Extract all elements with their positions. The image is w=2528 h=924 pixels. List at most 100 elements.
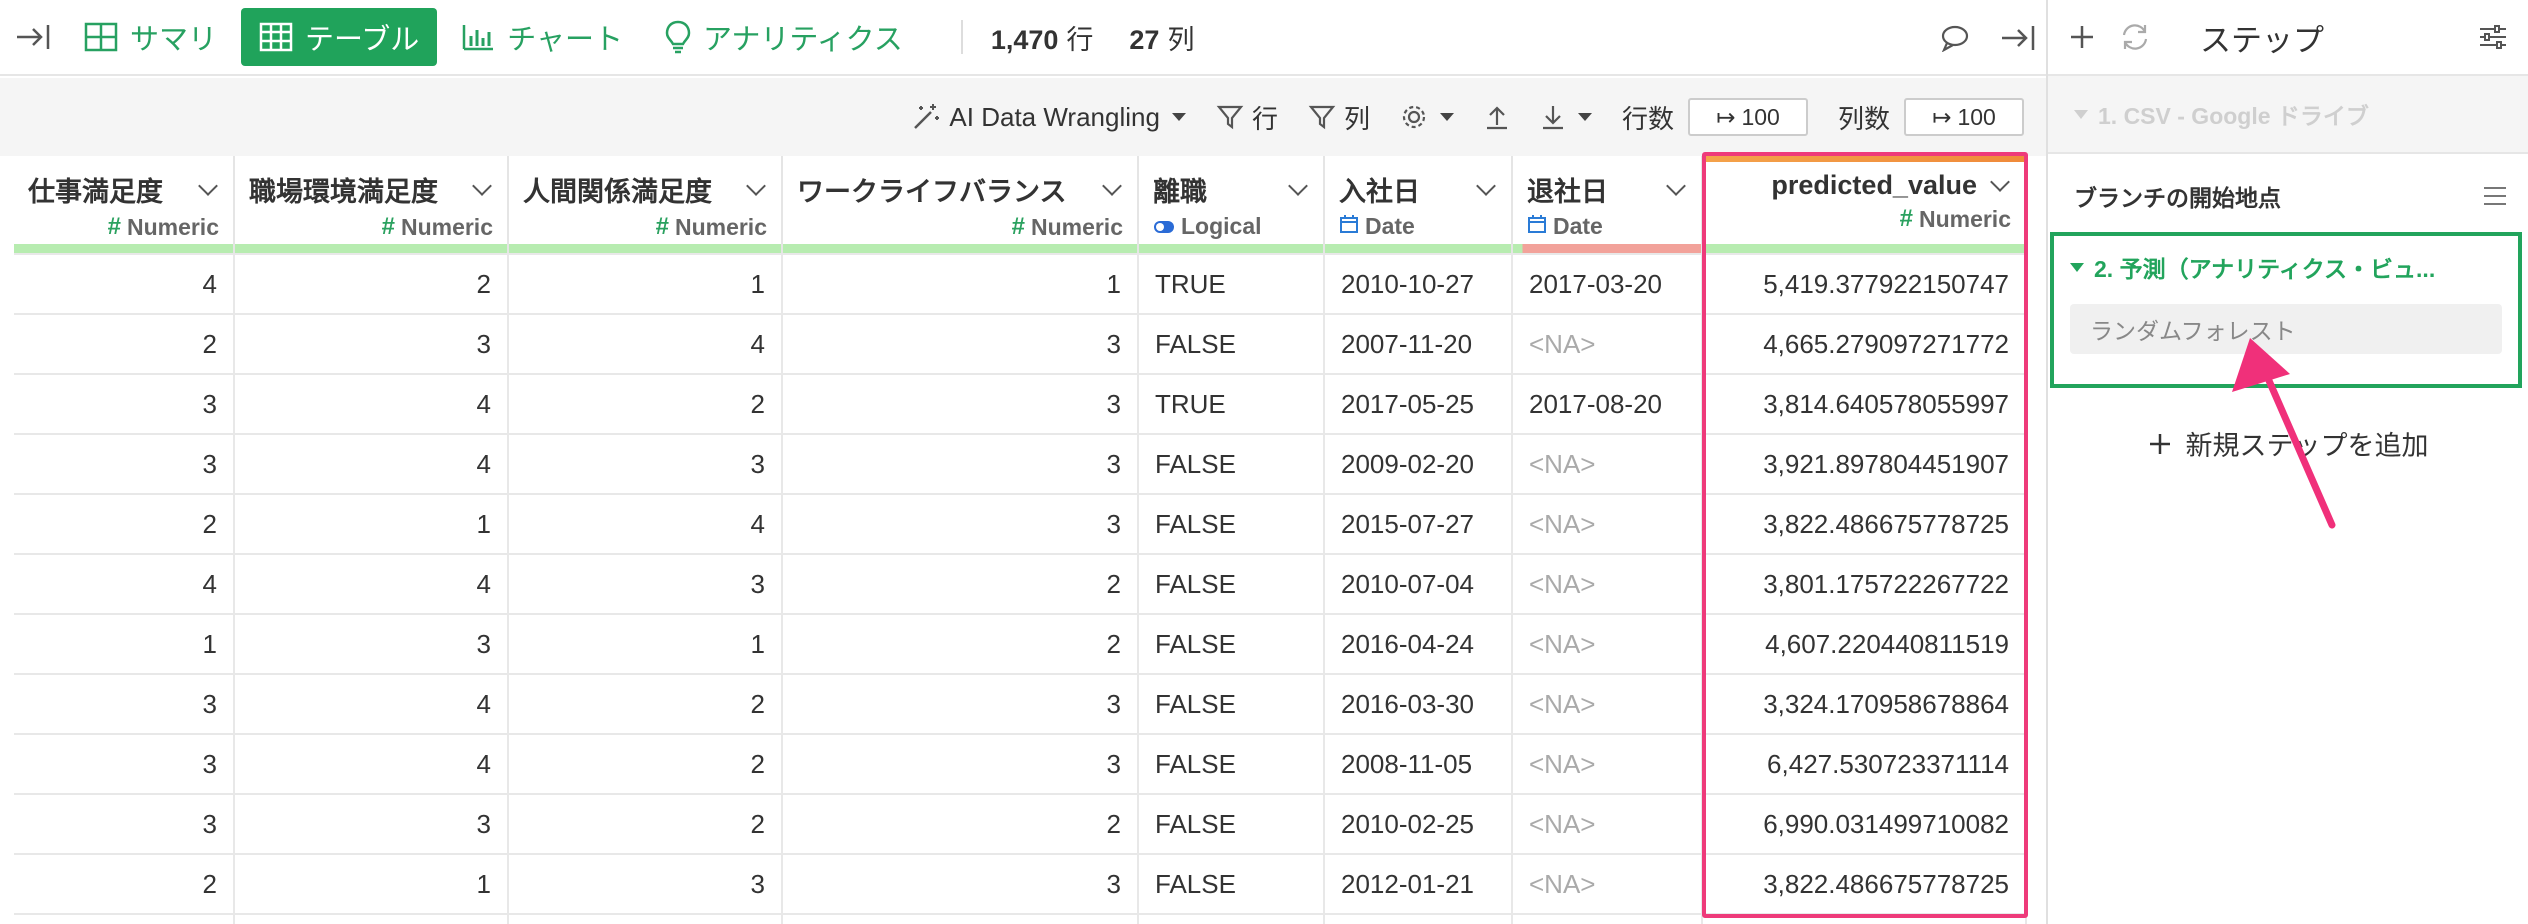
table-cell[interactable]: 3: [782, 674, 1139, 735]
data-table-container[interactable]: 仕事満足度 # Numeric 職場環境満足度 # Numeric 人間関係満足度 # Nume…: [14, 156, 2046, 924]
table-cell[interactable]: 3,801.175722267722: [1702, 554, 2027, 615]
table-cell[interactable]: 3: [508, 434, 783, 495]
table-cell[interactable]: FALSE: [1138, 434, 1325, 495]
table-cell[interactable]: 3: [782, 854, 1139, 915]
tab-chart[interactable]: チャート: [443, 8, 641, 66]
table-cell[interactable]: 3: [14, 674, 235, 735]
table-cell[interactable]: 1: [234, 854, 509, 915]
column-header[interactable]: ワークライフバランス # Numeric: [782, 156, 1139, 244]
table-cell[interactable]: 4: [234, 554, 509, 615]
rows-limit-input[interactable]: ↦ 100: [1687, 98, 1808, 136]
table-cell[interactable]: 3,822.486675778725: [1702, 854, 2027, 915]
table-cell[interactable]: 3: [782, 434, 1139, 495]
step-csv-google-drive[interactable]: 1. CSV - Google ドライブ: [2048, 76, 2528, 154]
table-cell[interactable]: 2: [508, 374, 783, 435]
table-cell[interactable]: FALSE: [1138, 554, 1325, 615]
table-cell[interactable]: 3: [782, 314, 1139, 375]
column-header[interactable]: 退社日 Date: [1512, 156, 1703, 244]
table-cell[interactable]: 3: [782, 494, 1139, 555]
cols-limit-input[interactable]: ↦ 100: [1904, 98, 2024, 136]
table-cell[interactable]: 4: [508, 494, 783, 555]
table-cell[interactable]: 1: [782, 254, 1139, 315]
table-cell[interactable]: 1: [508, 614, 783, 675]
table-cell[interactable]: TRUE: [1138, 374, 1325, 435]
upload-button[interactable]: [1484, 103, 1510, 131]
table-cell[interactable]: 2015-07-27: [1324, 494, 1513, 555]
table-cell[interactable]: FALSE: [1138, 794, 1325, 855]
table-cell[interactable]: FALSE: [1138, 854, 1325, 915]
add-icon[interactable]: [2068, 23, 2096, 51]
table-cell[interactable]: <NA>: [1512, 794, 1703, 855]
ai-data-wrangling-button[interactable]: AI Data Wrangling: [911, 102, 1186, 133]
table-cell[interactable]: FALSE: [1138, 614, 1325, 675]
comment-icon[interactable]: [1940, 24, 1970, 52]
table-cell[interactable]: <NA>: [1512, 734, 1703, 795]
column-header[interactable]: 離職 Logical: [1138, 156, 1325, 244]
table-cell[interactable]: 2010-07-04: [1324, 554, 1513, 615]
table-cell[interactable]: <NA>: [1512, 314, 1703, 375]
table-cell[interactable]: 1: [234, 494, 509, 555]
chevron-down-icon[interactable]: [198, 175, 218, 196]
refresh-icon[interactable]: [2118, 22, 2152, 52]
table-cell[interactable]: 4: [234, 374, 509, 435]
table-cell[interactable]: FALSE: [1138, 674, 1325, 735]
table-cell[interactable]: <NA>: [1512, 494, 1703, 555]
chevron-down-icon[interactable]: [1288, 175, 1308, 196]
table-cell[interactable]: 3: [14, 434, 235, 495]
table-cell[interactable]: 2016-03-30: [1324, 674, 1513, 735]
table-cell[interactable]: 3: [14, 794, 235, 855]
table-cell[interactable]: <NA>: [1512, 434, 1703, 495]
table-cell[interactable]: FALSE: [1138, 494, 1325, 555]
table-cell[interactable]: 2010-10-27: [1324, 254, 1513, 315]
table-cell[interactable]: 2: [234, 254, 509, 315]
table-cell[interactable]: 2: [782, 554, 1139, 615]
table-cell[interactable]: 2016-04-24: [1324, 614, 1513, 675]
table-cell[interactable]: 2: [782, 614, 1139, 675]
sliders-icon[interactable]: [2478, 23, 2508, 51]
settings-button[interactable]: [1400, 103, 1454, 131]
table-cell[interactable]: 2: [508, 734, 783, 795]
table-cell[interactable]: 3: [234, 314, 509, 375]
table-cell[interactable]: 1: [14, 614, 235, 675]
chevron-down-icon[interactable]: [1990, 171, 2010, 192]
column-header[interactable]: 人間関係満足度 # Numeric: [508, 156, 783, 244]
table-cell[interactable]: 2: [508, 794, 783, 855]
column-header[interactable]: 職場環境満足度 # Numeric: [234, 156, 509, 244]
table-cell[interactable]: 2: [14, 314, 235, 375]
filter-rows-button[interactable]: 行: [1216, 99, 1278, 136]
table-cell[interactable]: <NA>: [1512, 674, 1703, 735]
filter-columns-button[interactable]: 列: [1308, 99, 1370, 136]
table-cell[interactable]: 2: [508, 674, 783, 735]
table-cell[interactable]: 4: [234, 674, 509, 735]
chevron-down-icon[interactable]: [746, 175, 766, 196]
table-cell[interactable]: 3,921.897804451907: [1702, 434, 2027, 495]
table-cell[interactable]: 4: [14, 254, 235, 315]
table-cell[interactable]: 2017-03-20: [1512, 254, 1703, 315]
tab-summary[interactable]: サマリ: [66, 8, 235, 66]
table-cell[interactable]: 4,665.279097271772: [1702, 314, 2027, 375]
table-cell[interactable]: 3,822.486675778725: [1702, 494, 2027, 555]
table-cell[interactable]: <NA>: [1512, 614, 1703, 675]
table-cell[interactable]: 4: [234, 434, 509, 495]
table-cell[interactable]: 3: [782, 734, 1139, 795]
menu-icon[interactable]: [2482, 185, 2508, 207]
column-header[interactable]: predicted_value # Numeric: [1702, 156, 2027, 244]
table-cell[interactable]: 3: [14, 374, 235, 435]
download-button[interactable]: [1540, 103, 1592, 131]
table-cell[interactable]: 2017-08-20: [1512, 374, 1703, 435]
chevron-down-icon[interactable]: [1666, 175, 1686, 196]
table-cell[interactable]: 2: [14, 854, 235, 915]
table-cell[interactable]: 3: [508, 854, 783, 915]
table-cell[interactable]: 3: [234, 794, 509, 855]
table-cell[interactable]: 4: [234, 734, 509, 795]
table-cell[interactable]: 4: [508, 314, 783, 375]
table-cell[interactable]: 1: [508, 254, 783, 315]
table-cell[interactable]: 2012-01-21: [1324, 854, 1513, 915]
table-cell[interactable]: 2010-02-25: [1324, 794, 1513, 855]
table-cell[interactable]: 3: [234, 614, 509, 675]
table-cell[interactable]: 2009-02-20: [1324, 434, 1513, 495]
table-cell[interactable]: FALSE: [1138, 314, 1325, 375]
chevron-down-icon[interactable]: [472, 175, 492, 196]
chevron-down-icon[interactable]: [1102, 175, 1122, 196]
branch-start[interactable]: ブランチの開始地点: [2048, 160, 2528, 232]
